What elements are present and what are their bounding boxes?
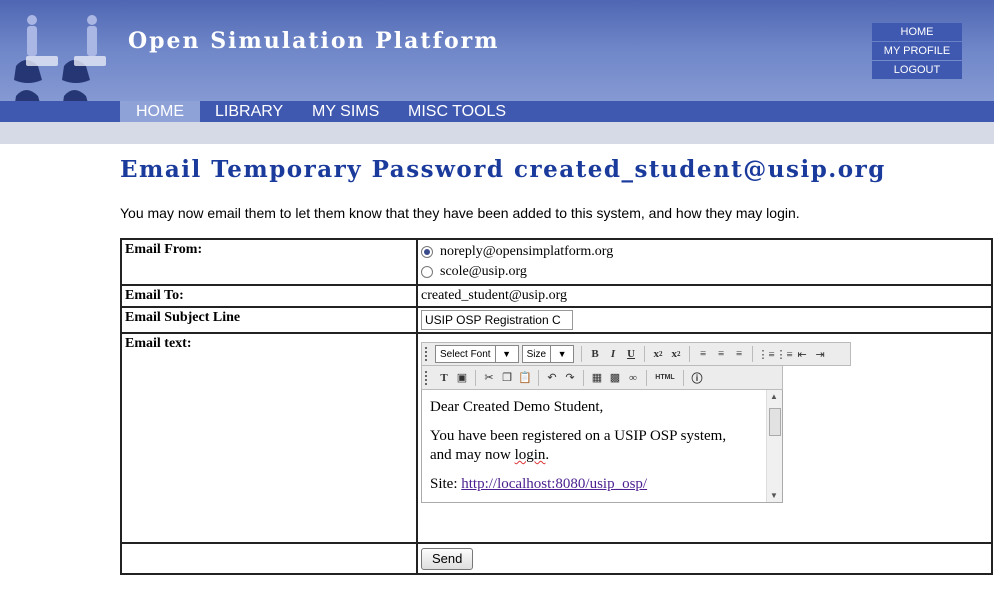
nav-misc-tools[interactable]: MISC TOOLS [392,101,522,122]
nav-library[interactable]: LIBRARY [199,101,299,122]
italic-icon[interactable]: I [604,345,622,363]
cut-icon[interactable]: ✂ [480,369,498,387]
empty-cell [120,542,418,575]
email-to-label: Email To: [120,284,418,308]
top-link-home[interactable]: HOME [872,23,962,41]
editor-body[interactable]: Dear Created Demo Student, You have been… [421,390,783,503]
undo-icon[interactable]: ↶ [543,369,561,387]
size-select[interactable]: Size ▼ [521,345,575,363]
font-select[interactable]: Select Font ▼ [435,345,519,363]
nav-my-sims[interactable]: MY SIMS [296,101,395,122]
link-icon[interactable]: ∞ [624,369,642,387]
editor-scrollbar[interactable]: ▲ ▼ [766,390,782,502]
chevron-down-icon: ▼ [494,346,518,362]
toolbar-divider [581,346,583,362]
editor-content: Dear Created Demo Student, You have been… [430,398,760,502]
editor-toolbar-2: T ▣ ✂ ❐ 📋 ↶ ↷ ▦ ▩ ∞ HTML ⓘ [421,366,783,390]
chevron-down-icon: ▼ [550,346,573,362]
site-link[interactable]: http://localhost:8080/usip_osp/ [461,476,647,492]
email-site-line: Site: http://localhost:8080/usip_osp/ [430,476,648,492]
html-source-button[interactable]: HTML [651,369,679,387]
email-form: Email From: noreply@opensimplatform.org … [120,238,993,575]
align-right-icon[interactable]: ≡ [730,345,748,363]
toolbar-divider [689,346,691,362]
toolbar-divider [683,369,684,386]
email-to-value: created_student@usip.org [416,284,993,308]
subscript-icon[interactable]: x2 [649,345,667,363]
superscript-icon[interactable]: x2 [667,345,685,363]
scroll-down-icon[interactable]: ▼ [770,491,778,500]
email-paragraph: You have been registered on a USIP OSP s… [430,428,727,463]
bullet-list-icon[interactable]: ⋮≡ [757,345,775,363]
indent-icon[interactable]: ⇥ [811,345,829,363]
from-option-label: noreply@opensimplatform.org [440,244,614,259]
bold-icon[interactable]: B [586,345,604,363]
page-title: Email Temporary Password created_student… [120,156,886,183]
scroll-up-icon[interactable]: ▲ [770,392,778,401]
email-from-options: noreply@opensimplatform.org scole@usip.o… [416,238,993,286]
help-icon[interactable]: ⓘ [688,369,706,387]
scroll-thumb[interactable] [769,408,781,436]
toolbar-grip-icon[interactable] [425,347,430,361]
from-option-scole[interactable]: scole@usip.org [421,262,988,282]
toolbar-divider [538,369,539,386]
subject-label: Email Subject Line [120,306,418,334]
sub-bar [0,122,994,144]
outdent-icon[interactable]: ⇤ [793,345,811,363]
editor-toolbar-1: Select Font ▼ Size ▼ B I U x2 x2 ≡ ≡ ≡ ⋮≡ … [421,342,851,366]
align-center-icon[interactable]: ≡ [712,345,730,363]
table-icon[interactable]: ▦ [588,369,606,387]
rich-text-editor: Select Font ▼ Size ▼ B I U x2 x2 ≡ ≡ ≡ ⋮≡ … [421,342,851,503]
numbered-list-icon[interactable]: ⋮≡ [775,345,793,363]
toolbar-divider [646,369,647,386]
email-greeting: Dear Created Demo Student, [430,399,604,415]
email-from-label: Email From: [120,238,418,286]
toolbar-grip-icon[interactable] [425,370,430,385]
subject-input[interactable]: USIP OSP Registration C [421,310,573,330]
align-left-icon[interactable]: ≡ [694,345,712,363]
underline-icon[interactable]: U [622,345,640,363]
toolbar-divider [752,346,754,362]
intro-text: You may now email them to let them know … [120,205,800,221]
copy-icon[interactable]: ❐ [498,369,516,387]
from-option-noreply[interactable]: noreply@opensimplatform.org [421,242,988,262]
send-button[interactable]: Send [421,548,474,570]
nav-home[interactable]: HOME [120,101,200,122]
paste-icon[interactable]: 📋 [516,369,534,387]
email-text-label: Email text: [120,332,418,544]
toolbar-divider [644,346,646,362]
highlight-icon[interactable]: ▣ [453,369,471,387]
image-icon[interactable]: ▩ [606,369,624,387]
site-title: Open Simulation Platform [128,28,500,54]
from-option-label: scole@usip.org [440,264,527,279]
redo-icon[interactable]: ↷ [561,369,579,387]
font-color-icon[interactable]: T [435,369,453,387]
radio-empty-icon[interactable] [421,266,433,278]
top-link-my-profile[interactable]: MY PROFILE [872,42,962,60]
top-links: HOME MY PROFILE LOGOUT [872,23,962,80]
toolbar-divider [583,369,584,386]
top-link-logout[interactable]: LOGOUT [872,61,962,79]
toolbar-divider [475,369,476,386]
radio-selected-icon[interactable] [421,246,433,258]
